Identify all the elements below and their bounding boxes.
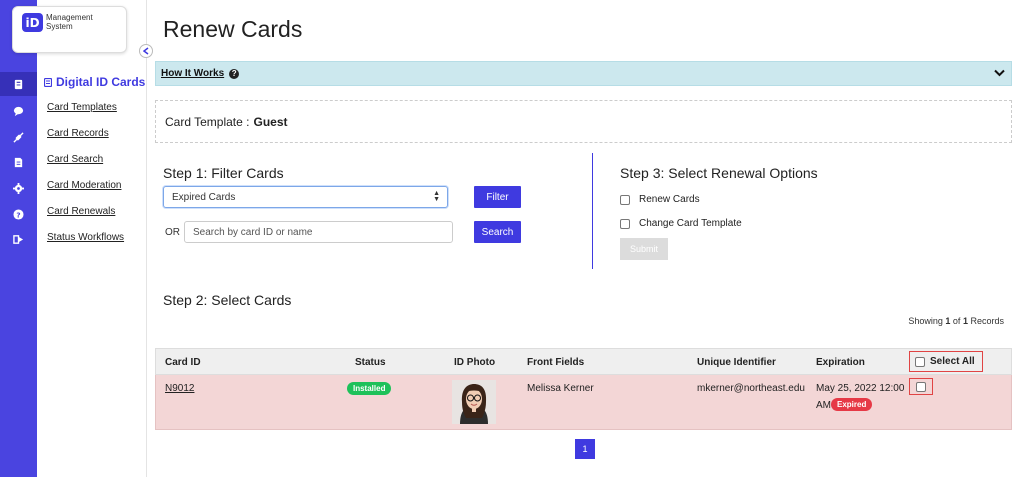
chevron-down-icon[interactable] [994,69,1005,77]
card-template-value: Guest [253,114,288,129]
row-select-control[interactable] [909,378,933,395]
search-input[interactable]: Search by card ID or name [184,221,453,243]
sidebar-divider [146,0,147,477]
plug-icon[interactable] [8,127,28,147]
col-unique-identifier: Unique Identifier [697,357,776,368]
expired-badge: Expired [831,398,873,411]
gear-icon[interactable] [8,178,28,198]
renew-cards-checkbox[interactable] [620,194,630,205]
logout-icon[interactable] [8,229,28,249]
col-expiration: Expiration [816,357,865,368]
id-photo [452,380,496,424]
col-id-photo: ID Photo [454,357,496,368]
filter-button[interactable]: Filter [474,186,521,208]
select-all-control[interactable]: Select All [909,351,983,372]
card-id-link[interactable]: N9012 [165,383,194,394]
submit-button[interactable]: Submit [620,238,668,260]
table-header: Card ID Status ID Photo Front Fields Uni… [155,348,1012,375]
step3-title: Step 3: Select Renewal Options [620,165,818,181]
col-card-id: Card ID [165,357,201,368]
id-card-icon [44,77,52,87]
logo-badge: iD [22,13,43,32]
sidebar-item-card-renewals[interactable]: Card Renewals [47,206,115,217]
sidebar-collapse-button[interactable] [139,44,153,58]
expiration-date: May 25, 2022 12:00 [816,383,905,394]
change-template-checkbox[interactable] [620,218,630,229]
table-row: N9012 Installed Melissa Kerner mkerner@n… [155,375,1012,430]
sidebar-item-card-templates[interactable]: Card Templates [47,102,117,113]
row-select-checkbox[interactable] [916,381,926,392]
sidebar-item-card-moderation[interactable]: Card Moderation [47,180,121,191]
unique-identifier-value: mkerner@northeast.edu [697,383,805,394]
change-template-option[interactable]: Change Card Template [620,218,742,229]
logo-text: Management System [46,13,93,31]
sidebar-header[interactable]: Digital ID Cards [44,75,145,89]
search-button[interactable]: Search [474,221,521,243]
select-all-checkbox[interactable] [915,356,925,367]
id-card-icon[interactable] [0,72,37,96]
step1-title: Step 1: Filter Cards [163,165,284,181]
col-status: Status [355,357,386,368]
status-badge: Installed [347,382,392,395]
card-template-box: Card Template : Guest [155,100,1012,143]
records-count: Showing 1 of 1 Records [908,316,1004,326]
help-icon: ? [229,68,240,79]
chevron-left-icon [143,47,149,55]
svg-text:?: ? [16,210,20,219]
expiration-time: AM [816,400,831,411]
card-template-label: Card Template : [165,114,250,129]
filter-select[interactable]: Expired Cards ▲ ▼ [163,186,448,208]
help-icon[interactable]: ? [8,204,28,224]
front-fields-value: Melissa Kerner [527,383,594,394]
app-logo: iD Management System [12,6,127,53]
how-it-works-link[interactable]: How It Works [161,68,224,79]
steps-divider [592,153,593,269]
document-icon[interactable] [8,152,28,172]
how-it-works-bar[interactable]: How It Works ? [155,61,1012,86]
chat-icon[interactable] [8,101,28,121]
page-title: Renew Cards [163,16,303,42]
step2-title: Step 2: Select Cards [163,292,292,308]
sidebar-item-card-records[interactable]: Card Records [47,128,109,139]
icon-rail: ? [0,0,37,477]
col-front-fields: Front Fields [527,357,585,368]
sidebar-item-card-search[interactable]: Card Search [47,154,103,165]
sidebar-item-status-workflows[interactable]: Status Workflows [47,232,124,243]
select-arrows-icon: ▲ ▼ [433,190,440,203]
renew-cards-option[interactable]: Renew Cards [620,194,700,205]
pagination-page-1[interactable]: 1 [575,439,595,459]
or-label: OR [165,227,180,238]
